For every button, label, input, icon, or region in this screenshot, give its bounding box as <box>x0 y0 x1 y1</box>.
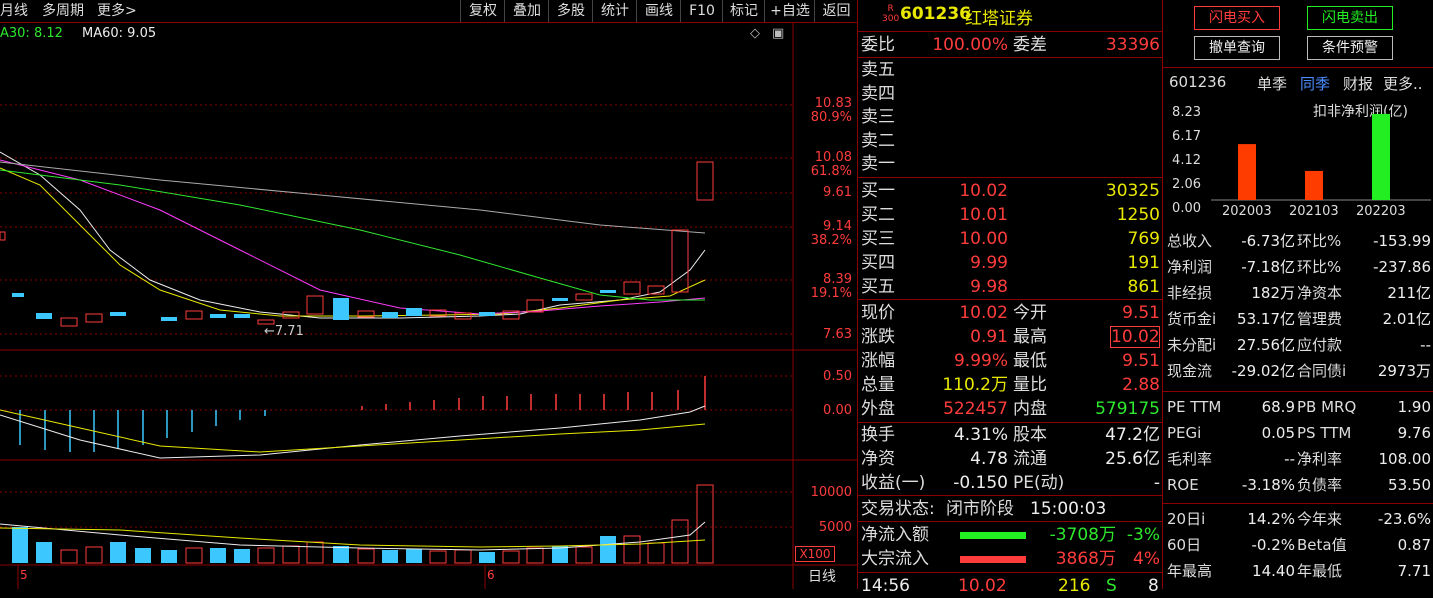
profit-bar-chart <box>1211 113 1431 201</box>
y-tick: 6.17 <box>1172 129 1201 144</box>
cancel-query-button[interactable]: 撤单查询 <box>1194 36 1280 60</box>
x-tick: 202203 <box>1356 204 1406 219</box>
quote-row: 外盘 522457 内盘 579175 <box>861 399 1160 419</box>
sell-level: 卖五 <box>861 60 895 80</box>
fin-row: 净利润 -7.18亿 环比% -237.86 <box>1167 258 1431 276</box>
price-axis-label: 9.61 <box>823 185 852 200</box>
sell-level: 卖四 <box>861 83 895 104</box>
buy-list: 买一 10.02 30325 买二 10.01 1250 买三 10.00 769 买四 9.… <box>858 179 1163 299</box>
buy-level: 买二 10.01 1250 <box>861 205 1160 225</box>
inflow-bar <box>960 532 1026 539</box>
ma60-gray-line <box>0 161 706 234</box>
date-mark: 6 <box>487 568 495 582</box>
perf-row: 20日i 14.2% 今年来 -23.6% <box>1167 510 1431 528</box>
quote-panel: R 300 601236 红塔证券 委比 100.00% 委差 33396 卖五 … <box>857 0 1163 596</box>
volume-unit: X100 <box>795 546 835 562</box>
tab-report[interactable]: 财报 <box>1343 73 1373 94</box>
price-axis-label: 10.08 61.8% <box>810 150 852 179</box>
quote-block: 现价 10.02 今开 9.51 涨跌 0.91 最高 10.02 涨幅 9.99% 最低 9.5… <box>858 301 1163 421</box>
net-inflow-row: 净流入额 -3708万 -3% <box>861 525 1160 545</box>
profit-bar <box>1372 113 1390 200</box>
quote-row: 涨幅 9.99% 最低 9.51 <box>861 351 1160 371</box>
fin-row: 总收入 -6.73亿 环比% -153.99 <box>1167 232 1431 250</box>
stats-row: 换手 4.31% 股本 47.2亿 <box>861 425 1160 445</box>
tab-more[interactable]: 更多.. <box>1383 73 1423 94</box>
stats-block: 换手 4.31% 股本 47.2亿 净资 4.78 流通 25.6亿 收益(一) -0.150… <box>858 423 1163 495</box>
buy-level: 买五 9.98 861 <box>861 277 1160 297</box>
price-axis-label: 7.63 <box>823 327 852 342</box>
kline-svg <box>0 22 857 589</box>
sell-list: 卖五 卖四 卖三 卖二 卖一 <box>861 59 895 177</box>
val-row: PEGi 0.05 PS TTM 9.76 <box>1167 424 1431 442</box>
price-axis-label: 9.14 38.2% <box>810 219 852 248</box>
sell-level: 卖二 <box>861 130 895 151</box>
sell-level: 卖三 <box>861 107 895 127</box>
stats-row: 净资 4.78 流通 25.6亿 <box>861 449 1160 469</box>
weibi-row: 委比 100.00% 委差 33396 <box>861 35 1160 55</box>
tab-single-quarter[interactable]: 单季 <box>1257 73 1287 94</box>
profit-bar <box>1305 170 1323 200</box>
block-inflow-row: 大宗流入 3868万 4% <box>861 549 1160 569</box>
fin-row: 现金流 -29.02亿 合同债i 2973万 <box>1167 362 1431 380</box>
profit-bar <box>1238 144 1256 200</box>
sell-level: 卖一 <box>861 154 895 174</box>
fin-row: 未分配i 27.56亿 应付款 -- <box>1167 336 1431 354</box>
y-tick: 4.12 <box>1172 153 1201 168</box>
stats-row: 收益(一) -0.150 PE(动) - <box>861 473 1160 493</box>
volume-axis-label: 5000 <box>818 520 852 535</box>
y-tick: 8.23 <box>1172 105 1201 120</box>
chart-x-axis: 202003 202103 202203 <box>1211 204 1431 222</box>
val-row: ROE -3.18% 负债率 53.50 <box>1167 476 1431 494</box>
fin-code: 601236 <box>1169 73 1227 91</box>
perf-row: 年最高 14.40 年最低 7.71 <box>1167 562 1431 580</box>
quote-row: 现价 10.02 今开 9.51 <box>861 303 1160 323</box>
date-mark: 5 <box>20 568 28 582</box>
buy-level: 买一 10.02 30325 <box>861 181 1160 201</box>
kline-chart-area[interactable]: 月线 多周期 更多> 复权 叠加 多股 统计 画线 F10 标记 +自选 返回 … <box>0 0 857 589</box>
stock-name: 红塔证券 <box>965 9 1033 29</box>
x-tick: 202003 <box>1222 204 1272 219</box>
val-row: PE TTM 68.9 PB MRQ 1.90 <box>1167 398 1431 416</box>
quote-row: 涨跌 0.91 最高 10.02 <box>861 326 1160 348</box>
macd-axis-label: 0.00 <box>823 403 852 418</box>
fin-row: 货币金i 53.17亿 管理费 2.01亿 <box>1167 310 1431 328</box>
board-badge: R 300 <box>882 4 900 24</box>
daily-period-button[interactable]: 日线 <box>808 566 836 586</box>
price-axis-label: 8.39 19.1% <box>810 272 852 301</box>
tab-same-quarter[interactable]: 同季 <box>1300 73 1330 94</box>
quote-row: 总量 110.2万 量比 2.88 <box>861 375 1160 395</box>
macd-axis-label: 0.50 <box>823 369 852 384</box>
trade-status-row: 交易状态: 闭市阶段 15:00:03 <box>861 499 1107 519</box>
volume-axis-label: 10000 <box>810 485 852 500</box>
y-tick: 0.00 <box>1172 201 1201 216</box>
volume-bars <box>12 484 714 564</box>
inflow-bar <box>960 556 1026 563</box>
y-tick: 2.06 <box>1172 177 1201 192</box>
fin-row: 非经损 182万 净资本 211亿 <box>1167 284 1431 302</box>
perf-row: 60日 -0.2% Beta值 0.87 <box>1167 536 1431 554</box>
stock-code: 601236 <box>900 4 971 24</box>
val-row: 毛利率 -- 净利率 108.00 <box>1167 450 1431 468</box>
high-price-box: 10.02 <box>1110 326 1160 348</box>
buy-level: 买四 9.99 191 <box>861 253 1160 273</box>
chart-y-axis: 8.23 6.17 4.12 2.06 0.00 <box>1169 101 1201 221</box>
price-axis-label: 10.83 80.9% <box>810 96 852 125</box>
condition-alert-button[interactable]: 条件预警 <box>1307 36 1393 60</box>
macd-bars <box>19 376 706 452</box>
finance-panel: 闪电买入 闪电卖出 撤单查询 条件预警 601236 单季 同季 财报 更多..… <box>1162 0 1433 589</box>
x-tick: 202103 <box>1289 204 1339 219</box>
tick-row: 14:56 10.02 216 S 8 <box>861 576 1159 596</box>
ma-white-line <box>0 151 706 319</box>
flash-sell-button[interactable]: 闪电卖出 <box>1307 6 1393 30</box>
flash-buy-button[interactable]: 闪电买入 <box>1194 6 1280 30</box>
low-price-marker: ←7.71 <box>264 324 304 339</box>
buy-level: 买三 10.00 769 <box>861 229 1160 249</box>
ma-yellow-line <box>0 167 706 317</box>
